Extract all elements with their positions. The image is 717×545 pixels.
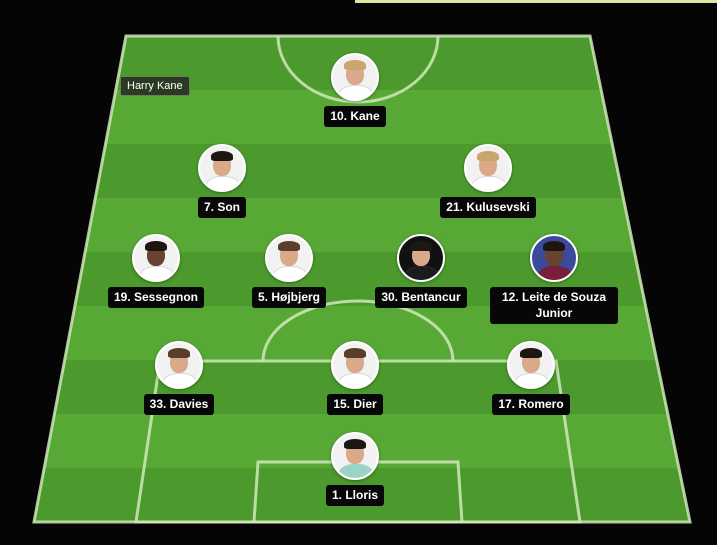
player-name-label: 1. Lloris bbox=[325, 485, 384, 506]
player-tooltip: Harry Kane bbox=[120, 76, 190, 96]
player-name-label: 5. Højbjerg bbox=[251, 287, 326, 308]
player-name-label: 33. Davies bbox=[143, 394, 215, 415]
player-avatar[interactable] bbox=[507, 341, 555, 389]
player-avatar[interactable] bbox=[155, 341, 203, 389]
player-name-label: 17. Romero bbox=[492, 394, 570, 415]
player-avatar[interactable] bbox=[132, 234, 180, 282]
player-name-label: 30. Bentancur bbox=[375, 287, 467, 308]
player-avatar[interactable] bbox=[530, 234, 578, 282]
player-name-label: 21. Kulusevski bbox=[440, 197, 536, 218]
player-name-label: 7. Son bbox=[197, 197, 246, 218]
player-card-leite-de-souza-junior[interactable]: 12. Leite de Souza Junior bbox=[469, 234, 639, 324]
player-avatar[interactable] bbox=[397, 234, 445, 282]
player-name-label: 15. Dier bbox=[327, 394, 383, 415]
player-avatar[interactable] bbox=[331, 341, 379, 389]
player-card-lloris[interactable]: 1. Lloris bbox=[270, 432, 440, 506]
player-card-davies[interactable]: 33. Davies bbox=[94, 341, 264, 415]
player-name-label: 19. Sessegnon bbox=[107, 287, 205, 308]
player-name-label: 10. Kane bbox=[324, 106, 386, 127]
player-card-kane[interactable]: 10. Kane bbox=[270, 53, 440, 127]
player-card-dier[interactable]: 15. Dier bbox=[270, 341, 440, 415]
player-name-label: 12. Leite de Souza Junior bbox=[490, 287, 618, 324]
player-avatar[interactable] bbox=[265, 234, 313, 282]
player-card-romero[interactable]: 17. Romero bbox=[446, 341, 616, 415]
player-avatar[interactable] bbox=[198, 144, 246, 192]
player-avatar[interactable] bbox=[464, 144, 512, 192]
player-avatar[interactable] bbox=[331, 53, 379, 101]
player-avatar[interactable] bbox=[331, 432, 379, 480]
player-card-son[interactable]: 7. Son bbox=[137, 144, 307, 218]
player-card-kulusevski[interactable]: 21. Kulusevski bbox=[403, 144, 573, 218]
